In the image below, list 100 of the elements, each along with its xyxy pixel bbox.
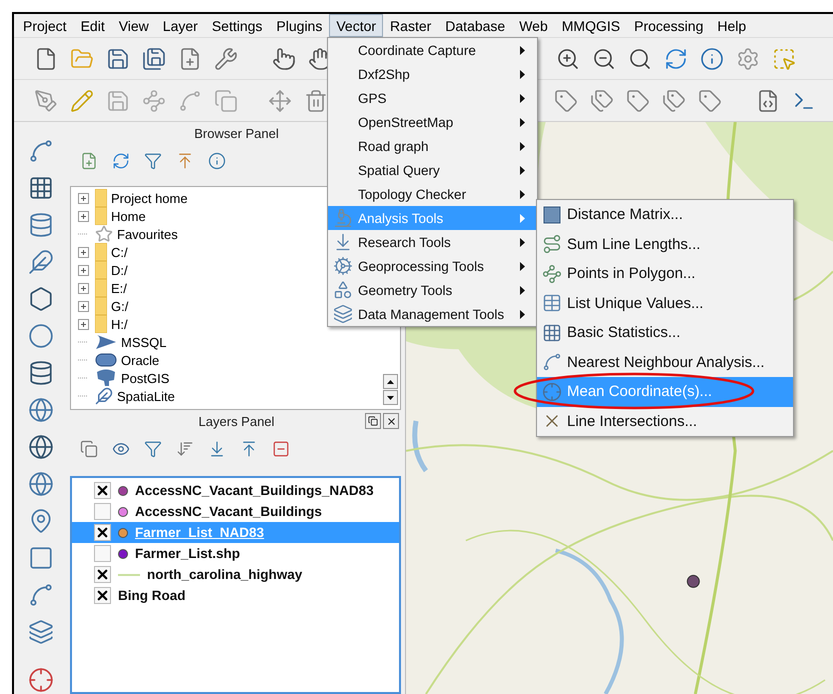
menu-item[interactable]: Plugins <box>269 14 330 37</box>
tree-item[interactable]: SpatiaLite <box>75 387 400 405</box>
expand-icon[interactable] <box>78 210 88 222</box>
save-edits-icon[interactable] <box>106 88 130 112</box>
labels-icon[interactable] <box>662 88 686 112</box>
menu-entry[interactable]: Research Tools <box>328 230 537 254</box>
menu-entry[interactable]: Coordinate Capture <box>328 38 537 62</box>
menu-entry[interactable]: Data Management Tools <box>328 302 537 326</box>
remove-layer-icon[interactable] <box>272 440 290 458</box>
expand-icon[interactable] <box>78 300 88 312</box>
menu-item[interactable]: Database <box>438 14 512 37</box>
menu-item[interactable]: Vector <box>329 14 384 37</box>
scroll-down-button[interactable] <box>383 390 398 405</box>
table-icon[interactable] <box>542 293 562 314</box>
menu-entry[interactable]: Points in Polygon... <box>537 259 793 288</box>
expand-icon[interactable] <box>78 264 88 276</box>
zoom-out-icon[interactable] <box>592 46 616 70</box>
info-icon[interactable] <box>208 152 226 170</box>
layers-icon[interactable] <box>333 304 353 324</box>
layer-row[interactable]: Bing Road <box>72 585 399 606</box>
menu-entry[interactable]: Geometry Tools <box>328 278 537 302</box>
menu-item[interactable]: Settings <box>204 14 270 37</box>
layer-checkbox[interactable] <box>94 524 111 541</box>
expand-all-icon[interactable] <box>208 440 226 458</box>
settings-icon[interactable] <box>736 46 760 70</box>
trash-icon[interactable] <box>304 88 328 112</box>
zoom-in-icon[interactable] <box>556 46 580 70</box>
expression-icon[interactable] <box>176 440 194 458</box>
add-icon[interactable] <box>80 152 98 170</box>
refresh-icon[interactable] <box>112 152 130 170</box>
menu-item[interactable]: Raster <box>383 14 438 37</box>
new-layout-icon[interactable] <box>178 46 202 70</box>
gear-icon[interactable] <box>333 256 353 276</box>
menu-entry[interactable]: Nearest Neighbour Analysis... <box>537 348 793 377</box>
nodes-icon[interactable] <box>142 88 166 112</box>
menu-entry[interactable]: Spatial Query <box>328 158 537 182</box>
menu-entry[interactable]: Distance Matrix... <box>537 200 793 230</box>
shapes-icon[interactable] <box>333 280 353 300</box>
collapse-all-icon[interactable] <box>240 440 258 458</box>
menu-entry[interactable]: Sum Line Lengths... <box>537 230 793 259</box>
menu-item[interactable]: Edit <box>74 14 112 37</box>
file-icon[interactable] <box>756 88 780 112</box>
layer-checkbox[interactable] <box>94 503 111 520</box>
tree-item[interactable]: MSSQL <box>75 333 400 351</box>
menu-item[interactable]: Project <box>16 14 74 37</box>
route-icon[interactable] <box>542 234 562 254</box>
close-button[interactable] <box>383 413 399 429</box>
layer-row[interactable]: north_carolina_highway <box>72 564 399 585</box>
database-icon[interactable] <box>28 212 54 238</box>
label-icon[interactable] <box>626 88 650 112</box>
expand-icon[interactable] <box>78 282 88 294</box>
circle-icon[interactable] <box>28 323 54 349</box>
grid-icon[interactable] <box>542 322 562 343</box>
menu-entry[interactable]: GPS <box>328 86 537 110</box>
identify-icon[interactable] <box>700 46 724 70</box>
points-icon[interactable] <box>542 264 562 284</box>
menu-entry[interactable]: Dxf2Shp <box>328 62 537 86</box>
expand-icon[interactable] <box>78 192 88 204</box>
expand-icon[interactable] <box>78 318 88 330</box>
menu-entry[interactable]: Topology Checker <box>328 182 537 206</box>
menu-item[interactable]: Help <box>710 14 754 37</box>
zoom-last-icon[interactable] <box>628 46 652 70</box>
layer-checkbox[interactable] <box>94 566 111 583</box>
menu-item[interactable]: Layer <box>156 14 205 37</box>
feather-icon[interactable] <box>28 249 54 275</box>
select-icon[interactable] <box>772 46 796 70</box>
refresh-icon[interactable] <box>664 46 688 70</box>
menu-entry[interactable]: Geoprocessing Tools <box>328 254 537 278</box>
layer-checkbox[interactable] <box>94 482 111 499</box>
curve-icon[interactable] <box>542 352 562 372</box>
pencil-icon[interactable] <box>70 88 94 112</box>
float-button[interactable] <box>365 413 381 429</box>
crosshair-icon[interactable] <box>28 667 54 693</box>
wrench-icon[interactable] <box>214 46 238 70</box>
menu-entry[interactable]: OpenStreetMap <box>328 110 537 134</box>
labels-icon[interactable] <box>590 88 614 112</box>
pointer-icon[interactable] <box>272 46 296 70</box>
globe-icon[interactable] <box>28 397 54 423</box>
menu-item[interactable]: Web <box>512 14 555 37</box>
scroll-up-button[interactable] <box>383 374 398 389</box>
menu-item[interactable]: View <box>112 14 156 37</box>
collapse-icon[interactable] <box>176 152 194 170</box>
tree-item[interactable]: PostGIS <box>75 369 400 387</box>
layers-icon[interactable] <box>28 619 54 645</box>
add-group-icon[interactable] <box>80 440 98 458</box>
layer-row[interactable]: AccessNC_Vacant_Buildings_NAD83 <box>72 480 399 501</box>
menu-entry[interactable]: Line Intersections... <box>537 406 793 436</box>
vertex-icon[interactable] <box>178 88 202 112</box>
menu-entry[interactable]: Basic Statistics... <box>537 318 793 348</box>
save-as-icon[interactable] <box>142 46 166 70</box>
layer-row[interactable]: AccessNC_Vacant_Buildings <box>72 501 399 522</box>
layer-checkbox[interactable] <box>94 545 111 562</box>
menu-entry[interactable]: List Unique Values... <box>537 288 793 318</box>
menu-item[interactable]: Processing <box>627 14 710 37</box>
move-icon[interactable] <box>268 88 292 112</box>
copy-icon[interactable] <box>214 88 238 112</box>
visibility-icon[interactable] <box>112 440 130 458</box>
layer-row[interactable]: Farmer_List.shp <box>72 543 399 564</box>
filter-icon[interactable] <box>144 440 162 458</box>
menu-item[interactable]: MMQGIS <box>554 14 628 37</box>
